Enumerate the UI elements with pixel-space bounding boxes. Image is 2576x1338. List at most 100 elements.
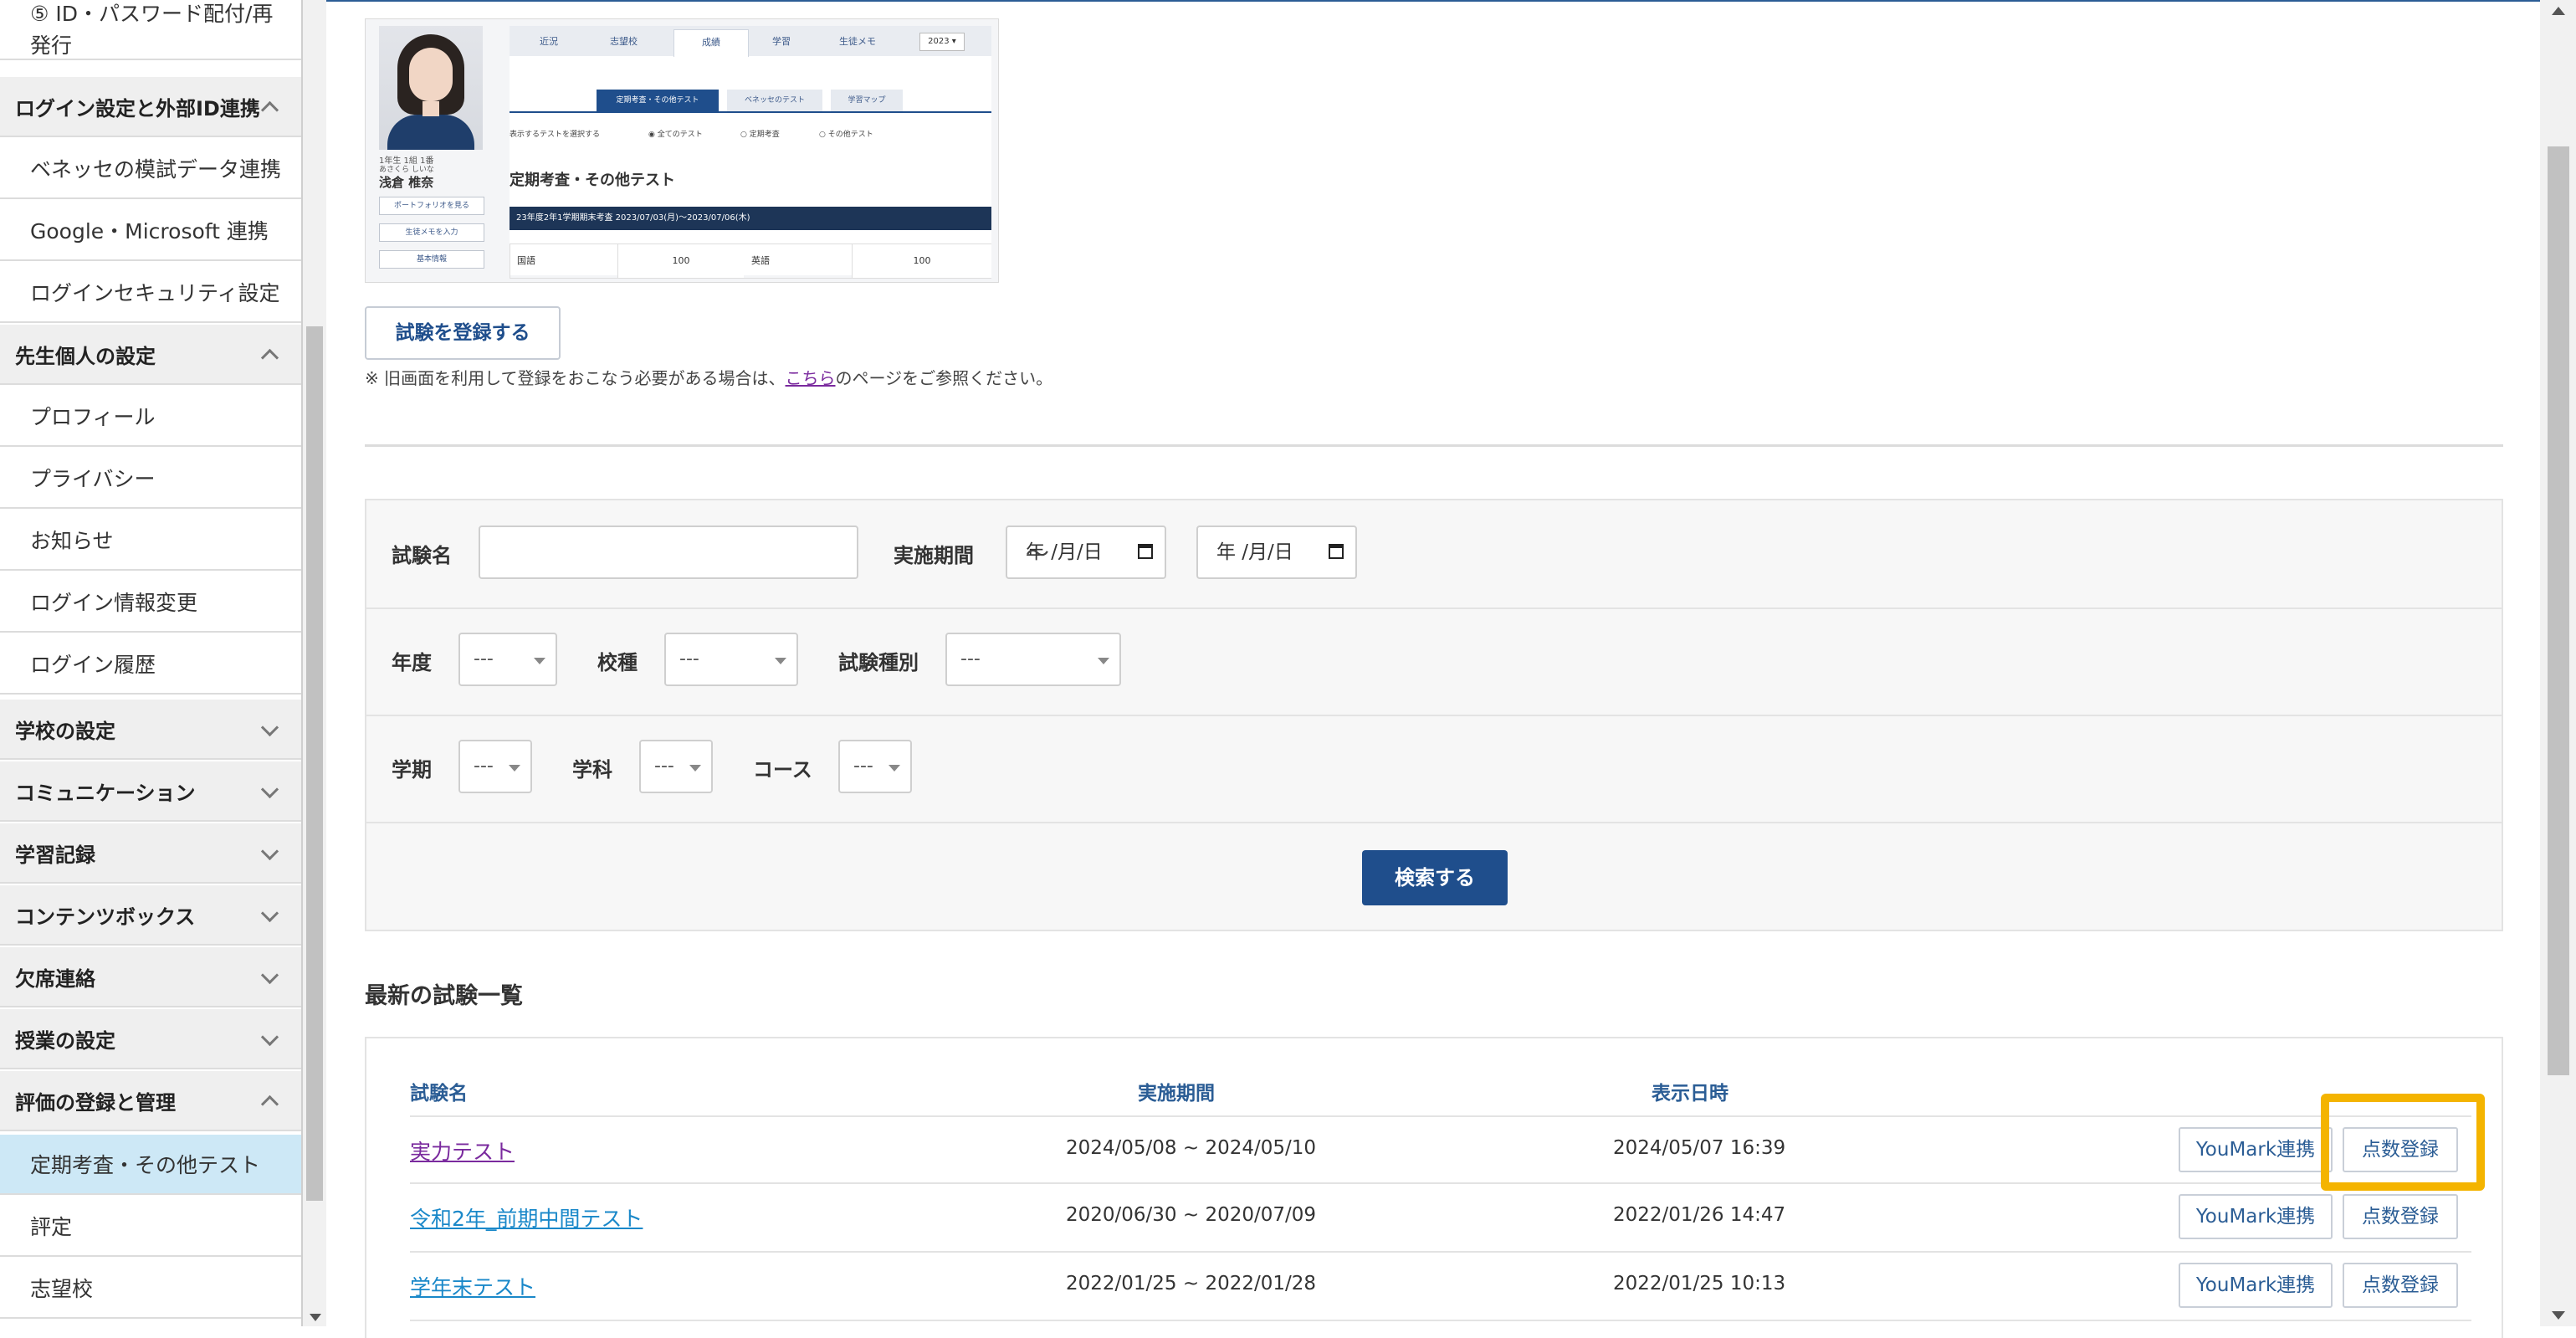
preview-card: 近況 志望校 成績 学習 生徒メモ 2023 ▾ 定期考査・その他テスト ベネッ… <box>510 26 991 279</box>
sidebar-group-label: コンテンツボックス <box>15 905 196 929</box>
sidebar-item-login-security[interactable]: ログインセキュリティ設定 <box>0 263 301 323</box>
exam-list-table: 試験名 実施期間 表示日時 実力テスト 2024/05/08 ~ 2024/05… <box>365 1037 2503 1338</box>
main-scrollbar[interactable] <box>2540 0 2576 1326</box>
sidebar-item-notices[interactable]: お知らせ <box>0 510 301 571</box>
sidebar-item-label: 定期考査・その他テスト <box>30 1153 261 1177</box>
exam-period: 2024/05/08 ~ 2024/05/10 <box>1066 1137 1317 1159</box>
course-label: コース <box>753 758 812 782</box>
sidebar-item-id-password[interactable]: ⑤ ID・パスワード配付/再 発行 <box>0 0 301 60</box>
main-scrollbar-thumb[interactable] <box>2548 146 2569 1075</box>
preview-subtab-active: 定期考査・その他テスト <box>597 90 719 111</box>
preview-portfolio-button: ポートフォリオを見る <box>379 197 484 215</box>
score-register-button[interactable]: 点数登録 <box>2343 1194 2458 1239</box>
preview-section-title: 定期考査・その他テスト <box>510 172 675 189</box>
preview-student-name: 浅倉 椎奈 <box>379 175 434 190</box>
exam-type-select[interactable]: --- <box>945 633 1121 686</box>
sidebar-item-login-history[interactable]: ログイン履歴 <box>0 634 301 695</box>
sidebar-item-google-microsoft[interactable]: Google・Microsoft 連携 <box>0 201 301 261</box>
sidebar-group-label: 学習記録 <box>15 843 95 867</box>
sidebar-group-learning-records[interactable]: 学習記録 <box>0 823 301 884</box>
school-type-select[interactable]: --- <box>664 633 798 686</box>
preview-subject: 国語 <box>517 255 535 266</box>
sidebar-item-login-info[interactable]: ログイン情報変更 <box>0 572 301 633</box>
exam-period: 2022/01/25 ~ 2022/01/28 <box>1066 1273 1317 1294</box>
preview-tab: 近況 <box>540 36 558 47</box>
sidebar-group-label: コミュニケーション <box>15 781 196 805</box>
dropdown-arrow-icon <box>689 765 701 772</box>
sidebar-item-benesse-mock[interactable]: ベネッセの模試データ連携 <box>0 139 301 199</box>
sidebar-scrollbar-thumb[interactable] <box>306 326 323 1201</box>
student-photo <box>379 26 483 150</box>
sidebar-item-profile[interactable]: プロフィール <box>0 387 301 447</box>
scroll-down-arrow-icon[interactable] <box>2552 1311 2565 1320</box>
preview-subject: 英語 <box>751 255 770 266</box>
chevron-down-icon <box>260 966 279 985</box>
period-label: 実施期間 <box>894 544 974 567</box>
score-register-button[interactable]: 点数登録 <box>2343 1263 2458 1308</box>
sidebar-group-absence[interactable]: 欠席連絡 <box>0 947 301 1007</box>
exam-link[interactable]: 学年末テスト <box>410 1271 535 1301</box>
year-label: 年度 <box>392 651 432 674</box>
exam-period: 2020/06/30 ~ 2020/07/09 <box>1066 1204 1317 1226</box>
preview-tabs: 近況 志望校 成績 学習 生徒メモ 2023 ▾ <box>510 26 991 57</box>
preview-score: 100 <box>617 244 744 278</box>
sidebar-item-target-school[interactable]: 志望校 <box>0 1259 301 1319</box>
calendar-icon[interactable] <box>1138 544 1153 559</box>
calendar-icon[interactable] <box>1329 544 1344 559</box>
preview-info-button: 基本情報 <box>379 250 484 269</box>
preview-subtab: 学習マップ <box>831 90 903 111</box>
sidebar-item-privacy[interactable]: プライバシー <box>0 449 301 509</box>
sidebar-scrollbar[interactable] <box>303 0 326 1326</box>
sidebar-group-class-settings[interactable]: 授業の設定 <box>0 1009 301 1069</box>
chevron-down-icon <box>260 718 279 737</box>
dropdown-arrow-icon <box>1098 658 1109 664</box>
exam-display-time: 2022/01/25 10:13 <box>1613 1273 1786 1294</box>
sidebar: ⑤ ID・パスワード配付/再 発行 ログイン設定と外部ID連携 ベネッセの模試デ… <box>0 0 303 1326</box>
exam-link[interactable]: 令和2年_前期中間テスト <box>410 1202 643 1233</box>
sidebar-item-regular-tests[interactable]: 定期考査・その他テスト <box>0 1135 301 1195</box>
youmark-link-button[interactable]: YouMark連携 <box>2179 1263 2333 1308</box>
exam-name-input[interactable] <box>479 525 858 579</box>
sidebar-group-school-settings[interactable]: 学校の設定 <box>0 700 301 760</box>
legacy-screen-link[interactable]: こちら <box>786 368 836 388</box>
column-header-period: 実施期間 <box>1138 1083 1215 1105</box>
sidebar-item-label: ⑤ ID・パスワード配付/再 <box>30 2 274 26</box>
course-select[interactable]: --- <box>838 740 912 793</box>
sidebar-group-communication[interactable]: コミュニケーション <box>0 761 301 822</box>
column-header-exam-name: 試験名 <box>410 1083 468 1105</box>
term-select[interactable]: --- <box>458 740 532 793</box>
search-button[interactable]: 検索する <box>1362 850 1508 905</box>
chevron-down-icon <box>260 1028 279 1047</box>
youmark-link-button[interactable]: YouMark連携 <box>2179 1127 2333 1172</box>
sidebar-item-label: 評定 <box>30 1215 73 1239</box>
sidebar-group-login-settings[interactable]: ログイン設定と外部ID連携 <box>0 77 301 137</box>
exam-link[interactable]: 実力テスト <box>410 1136 515 1166</box>
exam-display-time: 2022/01/26 14:47 <box>1613 1204 1786 1226</box>
chevron-down-icon <box>260 780 279 799</box>
date-to-value: 年 /月/日 <box>1216 541 1293 563</box>
chevron-up-icon <box>260 348 279 367</box>
dropdown-arrow-icon <box>534 658 545 664</box>
main-content: 1年生 1組 1番 あさくら しいな 浅倉 椎奈 ポートフォリオを見る 生徒メモ… <box>328 0 2538 1338</box>
divider <box>365 444 2503 447</box>
sidebar-item-label: プロフィール <box>30 405 156 429</box>
register-exam-button[interactable]: 試験を登録する <box>365 306 561 360</box>
preview-score: 100 <box>852 244 991 278</box>
dropdown-arrow-icon <box>775 658 786 664</box>
sidebar-item-label: プライバシー <box>30 467 156 491</box>
sidebar-group-label: 欠席連絡 <box>15 966 95 991</box>
sidebar-item-label: ログイン情報変更 <box>30 591 198 615</box>
sidebar-group-content-box[interactable]: コンテンツボックス <box>0 885 301 946</box>
sidebar-group-teacher-settings[interactable]: 先生個人の設定 <box>0 325 301 385</box>
sidebar-item-label: 志望校 <box>30 1277 94 1301</box>
scroll-down-arrow-icon[interactable] <box>310 1314 321 1321</box>
year-select[interactable]: --- <box>458 633 557 686</box>
department-select[interactable]: --- <box>639 740 713 793</box>
sidebar-group-label: 先生個人の設定 <box>15 344 156 368</box>
sidebar-group-evaluation[interactable]: 評価の登録と管理 <box>0 1071 301 1131</box>
sidebar-item-label: ベネッセの模試データ連携 <box>30 157 282 182</box>
scroll-up-arrow-icon[interactable] <box>2552 7 2565 15</box>
sidebar-item-grades[interactable]: 評定 <box>0 1197 301 1257</box>
youmark-link-button[interactable]: YouMark連携 <box>2179 1194 2333 1239</box>
date-to-input[interactable]: 年 /月/日 <box>1196 525 1357 579</box>
